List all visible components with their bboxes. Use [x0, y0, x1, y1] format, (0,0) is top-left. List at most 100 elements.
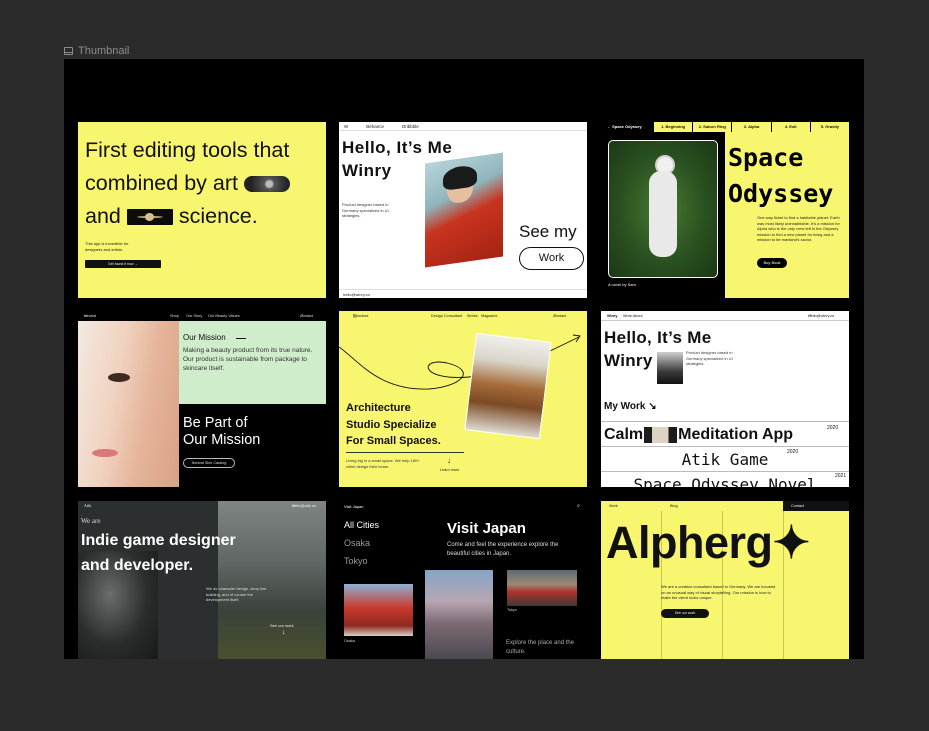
- brand-name: Structura: [353, 314, 369, 318]
- headline-line-2: combined by art: [85, 171, 238, 195]
- project-2-year: 2020: [787, 449, 799, 455]
- card-editing-tools[interactable]: First editing tools that combined by art…: [78, 122, 326, 298]
- card-architecture-studio[interactable]: ◫ Structura Design Consultant Works Maga…: [339, 311, 587, 487]
- city-tokyo[interactable]: Tokyo: [344, 556, 368, 566]
- work-button[interactable]: Work: [519, 247, 584, 270]
- divider: [346, 452, 464, 453]
- tab-home-label: Space Odyssey: [612, 124, 642, 129]
- footer-divider: [339, 289, 587, 290]
- my-work-heading: My Work ↘: [604, 401, 657, 412]
- nav-magazine[interactable]: Magazine: [481, 311, 497, 321]
- email-label: hello@atik.co: [292, 503, 317, 508]
- thumbnail-frame: First editing tools that combined by art…: [64, 59, 864, 659]
- brand-name[interactable]: Atik: [84, 501, 91, 510]
- frame-label[interactable]: Thumbnail: [64, 44, 129, 58]
- email-link[interactable]: hello@winry.co: [343, 292, 370, 297]
- nav-blog[interactable]: Blog: [670, 501, 678, 511]
- get-app-button-label: Get found it now: [108, 262, 134, 266]
- arrow-up-right-icon: ↗: [300, 314, 304, 318]
- get-app-button[interactable]: Get found it now →: [85, 260, 161, 268]
- project-1-name-a: Calm: [604, 426, 644, 443]
- studio-heading-line-2: Studio Specialize: [346, 418, 437, 431]
- arrow-right-icon: →: [134, 262, 138, 266]
- card-alpherg[interactable]: Work Blog Contact Alpherg✦ We are a crea…: [601, 501, 849, 659]
- mission-title: Our Mission: [183, 333, 226, 342]
- card-winry-work-list[interactable]: Winry Work About Hello@winry.co ↗ Hello,…: [601, 311, 849, 487]
- studio-heading-line-3: For Small Spaces.: [346, 435, 441, 447]
- tokyo-photo[interactable]: [507, 570, 577, 606]
- cta-heading-line-2: Our Mission: [183, 432, 261, 448]
- nav-design-consultant[interactable]: Design Consultant: [431, 311, 462, 321]
- subtitle: Come and feel the experience explore the…: [447, 542, 559, 557]
- city-osaka[interactable]: Osaka: [344, 538, 370, 548]
- top-nav: ◫ Structura Design Consultant Works Maga…: [339, 311, 587, 321]
- nav-works[interactable]: Works: [467, 311, 478, 321]
- card-space-odyssey[interactable]: ← Space Odyssey 1. Beginning 2. Saturn R…: [601, 122, 849, 298]
- project-3-name: Space Odyssey Novel: [633, 475, 817, 487]
- card-neutral-skin[interactable]: ▱ Neutral Skin Shop Our Story Our Beauty…: [78, 311, 326, 487]
- arrow-down-right-icon: ↘: [648, 401, 657, 412]
- catalog-button[interactable]: Neutral Skin Catalog: [183, 458, 235, 468]
- arrow-left-icon: ←: [607, 124, 611, 129]
- search-icon[interactable]: ⌕: [577, 503, 580, 509]
- heading-line-1: Hello, It’s Me: [342, 138, 453, 157]
- nav-contact[interactable]: Contact: [791, 501, 804, 511]
- tab-exit[interactable]: 4. Exit: [770, 122, 810, 132]
- nav-dribbble[interactable]: Dribbble: [402, 124, 419, 129]
- nav-beauty-values[interactable]: Our Beauty Values: [208, 311, 240, 321]
- headline-line-2: and developer.: [81, 557, 194, 574]
- bio-text: Product designer based in Germany specia…: [342, 202, 389, 218]
- learn-more-link[interactable]: Learn more: [440, 468, 459, 472]
- tab-alpha[interactable]: 3. Alpha: [731, 122, 771, 132]
- tab-saturn-ring[interactable]: 2. Saturn Ring: [692, 122, 732, 132]
- astronaut-image: [608, 140, 718, 278]
- nav-links[interactable]: Work About: [623, 311, 643, 321]
- nav-our-story[interactable]: Our Story: [186, 311, 202, 321]
- nav-brand[interactable]: Winry: [607, 311, 618, 321]
- card-atik-game[interactable]: Atik hello@atik.co ↗ We are Indie game d…: [78, 501, 326, 659]
- arrow-up-right-icon: ↗: [808, 314, 812, 318]
- my-work-label: My Work: [604, 401, 646, 412]
- buy-book-button[interactable]: Buy Book: [757, 258, 787, 268]
- studio-note: Living big in a small space. We help 180…: [346, 458, 420, 469]
- project-row-calm[interactable]: Calm Meditation App: [601, 421, 849, 445]
- tab-gravity[interactable]: 5. Gravity: [809, 122, 849, 132]
- card-visit-japan[interactable]: Visit Japan ⌕ All Cities Osaka Tokyo Vis…: [339, 501, 587, 659]
- see-work-link[interactable]: See our work: [270, 623, 294, 628]
- tab-beginning[interactable]: 1. Beginning: [653, 122, 693, 132]
- arrow-up-right-icon: ↗: [553, 314, 557, 318]
- mission-dash: [236, 338, 246, 339]
- studio-description: We do character design, story line build…: [206, 586, 267, 602]
- osaka-photo[interactable]: [344, 584, 413, 636]
- top-nav: W Behance Dribbble: [344, 124, 419, 129]
- project-row-atik[interactable]: Atik Game: [601, 446, 849, 470]
- tokyo-caption: Tokyo: [507, 608, 517, 612]
- nav-behance[interactable]: Behance: [366, 124, 384, 129]
- city-all[interactable]: All Cities: [344, 520, 379, 530]
- chapter-tabs: ← Space Odyssey 1. Beginning 2. Saturn R…: [601, 122, 849, 132]
- brand-wordmark: Alpherg✦: [606, 516, 810, 569]
- nav-work[interactable]: Work: [609, 501, 618, 511]
- top-nav: ▱ Neutral Skin Shop Our Story Our Beauty…: [78, 311, 326, 328]
- scene-photo: [218, 501, 326, 659]
- headline-line-3b: science.: [178, 204, 258, 228]
- nav-logo[interactable]: W: [344, 124, 348, 129]
- book-description: One way ticket to find a habitable plane…: [757, 215, 840, 242]
- project-1-year: 2020: [827, 425, 839, 431]
- tab-home[interactable]: ← Space Odyssey: [601, 122, 653, 132]
- nav-shop[interactable]: Shop: [170, 311, 179, 321]
- tokyo-tower-photo[interactable]: [425, 570, 493, 659]
- project-row-space-odyssey[interactable]: Space Odyssey Novel: [601, 471, 849, 487]
- author-credit: A novel by Sam: [608, 282, 636, 287]
- osaka-caption: Osaka: [344, 639, 355, 643]
- brand-wordmark-text: Alpherg: [606, 517, 773, 568]
- page-title: Visit Japan: [447, 520, 526, 537]
- headline: Indie game designer and developer.: [81, 528, 236, 578]
- model-face-photo: [78, 321, 179, 487]
- project-2-name: Atik Game: [681, 450, 769, 469]
- see-work-button[interactable]: See our work: [661, 609, 709, 618]
- brand-name[interactable]: Visit Japan: [344, 504, 364, 509]
- studio-heading-line-1: Architecture: [346, 402, 411, 414]
- card-winry-portfolio[interactable]: W Behance Dribbble Hello, It’s Me Winry …: [339, 122, 587, 298]
- project-thumbnail: [644, 426, 678, 443]
